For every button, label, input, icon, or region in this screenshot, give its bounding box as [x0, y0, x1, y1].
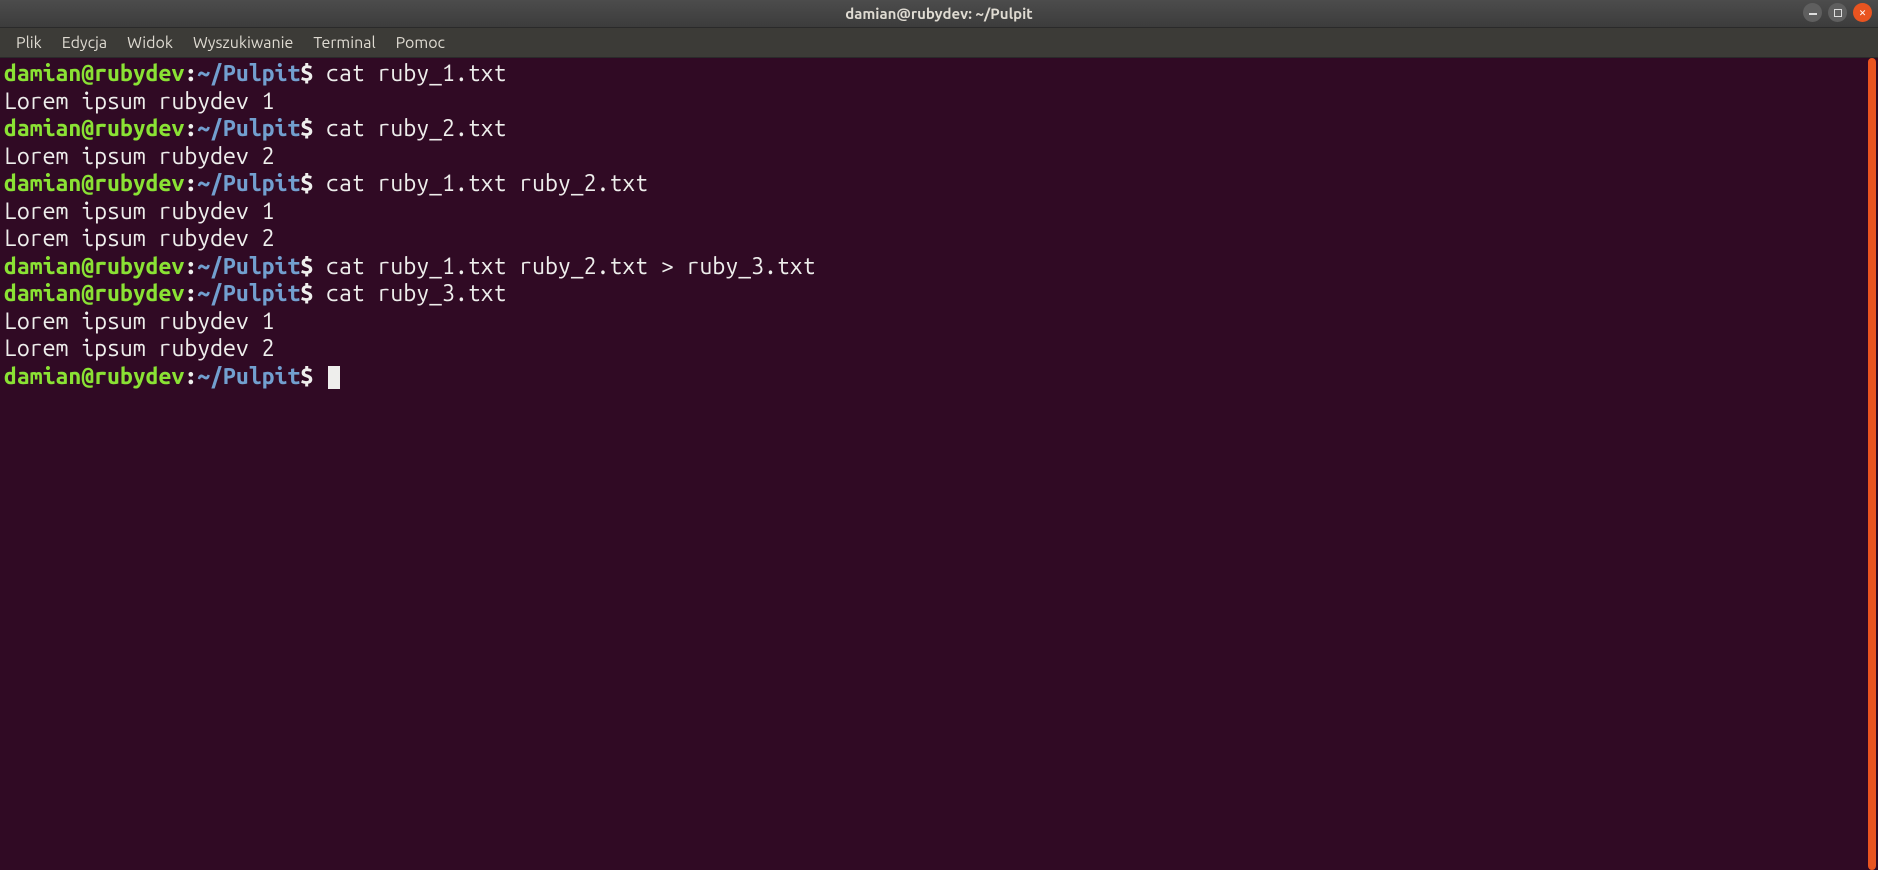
titlebar: damian@rubydev: ~/Pulpit [0, 0, 1878, 28]
prompt-user-host: damian@rubydev [4, 171, 184, 196]
menu-wyszukiwanie[interactable]: Wyszukiwanie [185, 30, 301, 56]
prompt-user-host: damian@rubydev [4, 364, 184, 389]
minimize-button[interactable] [1803, 3, 1822, 22]
prompt-colon: : [184, 171, 197, 196]
prompt-symbol: $ [300, 61, 313, 86]
output-text: Lorem ipsum rubydev 2 [4, 226, 274, 251]
prompt-path: ~/Pulpit [197, 281, 300, 306]
prompt-path: ~/Pulpit [197, 364, 300, 389]
terminal-line: damian@rubydev:~/Pulpit$ cat ruby_3.txt [4, 280, 1874, 308]
prompt-path: ~/Pulpit [197, 254, 300, 279]
menu-widok[interactable]: Widok [119, 30, 181, 56]
prompt-user-host: damian@rubydev [4, 61, 184, 86]
window-title: damian@rubydev: ~/Pulpit [845, 5, 1032, 22]
minimize-icon [1809, 13, 1817, 15]
command-text: cat ruby_2.txt [313, 116, 506, 141]
prompt-symbol: $ [300, 116, 313, 141]
terminal-line: Lorem ipsum rubydev 1 [4, 198, 1874, 226]
prompt-user-host: damian@rubydev [4, 281, 184, 306]
command-text: cat ruby_1.txt ruby_2.txt > ruby_3.txt [313, 254, 815, 279]
menu-plik[interactable]: Plik [8, 30, 50, 56]
command-text: cat ruby_3.txt [313, 281, 506, 306]
prompt-symbol: $ [300, 364, 313, 389]
command-text: cat ruby_1.txt ruby_2.txt [313, 171, 648, 196]
terminal-line: Lorem ipsum rubydev 1 [4, 308, 1874, 336]
close-button[interactable] [1853, 3, 1872, 22]
terminal-line: Lorem ipsum rubydev 2 [4, 143, 1874, 171]
prompt-path: ~/Pulpit [197, 116, 300, 141]
prompt-user-host: damian@rubydev [4, 254, 184, 279]
prompt-colon: : [184, 116, 197, 141]
prompt-path: ~/Pulpit [197, 171, 300, 196]
output-text: Lorem ipsum rubydev 1 [4, 199, 274, 224]
output-text: Lorem ipsum rubydev 2 [4, 336, 274, 361]
terminal-line: Lorem ipsum rubydev 2 [4, 335, 1874, 363]
prompt-colon: : [184, 254, 197, 279]
terminal-line: Lorem ipsum rubydev 1 [4, 88, 1874, 116]
prompt-colon: : [184, 281, 197, 306]
terminal-line: damian@rubydev:~/Pulpit$ cat ruby_1.txt … [4, 253, 1874, 281]
terminal-line: damian@rubydev:~/Pulpit$ cat ruby_1.txt [4, 60, 1874, 88]
command-text: cat ruby_1.txt [313, 61, 506, 86]
terminal-body[interactable]: damian@rubydev:~/Pulpit$ cat ruby_1.txtL… [0, 58, 1878, 870]
menu-pomoc[interactable]: Pomoc [388, 30, 453, 56]
output-text: Lorem ipsum rubydev 1 [4, 309, 274, 334]
terminal-line: damian@rubydev:~/Pulpit$ [4, 363, 1874, 391]
prompt-path: ~/Pulpit [197, 61, 300, 86]
cursor [328, 366, 340, 389]
menu-terminal[interactable]: Terminal [305, 30, 383, 56]
close-icon [1859, 6, 1866, 19]
prompt-symbol: $ [300, 254, 313, 279]
output-text: Lorem ipsum rubydev 2 [4, 144, 274, 169]
maximize-icon [1834, 9, 1842, 17]
window-controls [1803, 3, 1872, 22]
menu-edycja[interactable]: Edycja [54, 30, 115, 56]
scrollbar-thumb[interactable] [1868, 58, 1876, 870]
prompt-user-host: damian@rubydev [4, 116, 184, 141]
prompt-colon: : [184, 61, 197, 86]
output-text: Lorem ipsum rubydev 1 [4, 89, 274, 114]
terminal-line: damian@rubydev:~/Pulpit$ cat ruby_2.txt [4, 115, 1874, 143]
prompt-symbol: $ [300, 171, 313, 196]
terminal-line: damian@rubydev:~/Pulpit$ cat ruby_1.txt … [4, 170, 1874, 198]
menubar: Plik Edycja Widok Wyszukiwanie Terminal … [0, 28, 1878, 58]
maximize-button[interactable] [1828, 3, 1847, 22]
terminal-line: Lorem ipsum rubydev 2 [4, 225, 1874, 253]
scrollbar[interactable] [1866, 58, 1878, 870]
prompt-colon: : [184, 364, 197, 389]
prompt-symbol: $ [300, 281, 313, 306]
